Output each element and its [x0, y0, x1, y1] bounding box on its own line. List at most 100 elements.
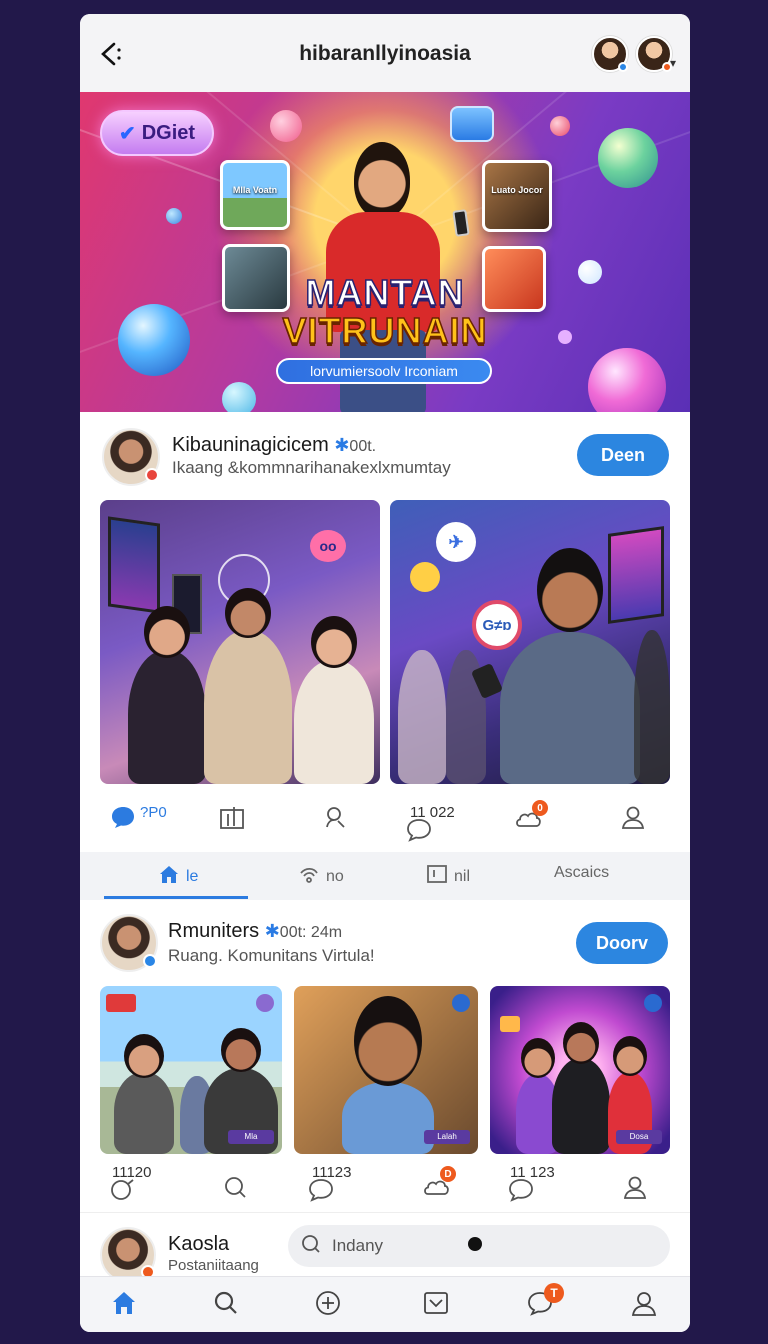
- feed-tabs: le no nil A scaics: [80, 852, 690, 900]
- reply-button[interactable]: 11120: [110, 1164, 152, 1202]
- like-count: 11 123: [510, 1164, 555, 1181]
- search-bar[interactable]: [288, 1225, 670, 1267]
- avatar[interactable]: [100, 1227, 156, 1283]
- heart-bubble-icon: [270, 110, 302, 142]
- decor-sphere: [598, 128, 658, 188]
- nav-profile[interactable]: [630, 1289, 662, 1321]
- post-author-name: Kibauninagicicem: [172, 434, 329, 456]
- banner-title: MANTAN VITRUNAIN: [80, 272, 690, 351]
- follow-button[interactable]: Doorv: [576, 922, 668, 964]
- banner-title-line2: VITRUNAIN: [282, 310, 488, 351]
- nav-chat[interactable]: T: [526, 1283, 564, 1321]
- post-media[interactable]: Dosa: [490, 986, 670, 1154]
- message-bubble-icon: [450, 106, 494, 142]
- reply-icon: [406, 818, 432, 842]
- photo-card[interactable]: Luato Jocor: [482, 160, 552, 232]
- nav-search[interactable]: [212, 1289, 244, 1321]
- chat-bubble-icon: G≠ɒ: [472, 600, 522, 650]
- share-button[interactable]: D: [422, 1164, 456, 1200]
- home-icon: [110, 1292, 138, 1321]
- search-icon: [300, 1233, 322, 1260]
- chat-icon: [508, 1178, 534, 1202]
- comment-count: ?P0: [140, 804, 167, 821]
- chat-icon: [526, 1292, 554, 1321]
- more-icon[interactable]: ▾: [670, 56, 676, 70]
- search-people-button[interactable]: [322, 804, 348, 830]
- nav-add[interactable]: [314, 1289, 346, 1321]
- nav-inbox[interactable]: [422, 1289, 454, 1321]
- thumb-badge: Mla: [228, 1130, 274, 1144]
- photo-card[interactable]: Mlla Voatn: [220, 160, 290, 230]
- emoji-bubble-icon: [410, 562, 440, 592]
- cursor-icon: [468, 1237, 482, 1251]
- avatar[interactable]: [100, 914, 158, 972]
- avatar[interactable]: [102, 428, 160, 486]
- promo-tag-label: DGiet: [141, 121, 196, 144]
- post-media[interactable]: Lalah: [294, 986, 478, 1154]
- triangle-icon: A: [554, 864, 565, 881]
- verified-icon: ✱: [334, 435, 350, 455]
- banner-subtitle[interactable]: lorvumiersoolv Irconiam: [276, 358, 492, 384]
- post-meta: 00t: 24m: [279, 924, 343, 941]
- post-author-name[interactable]: Kaosla: [168, 1233, 229, 1256]
- photo-card-caption: Mlla Voatn: [232, 185, 278, 195]
- promo-banner[interactable]: ✔ DGiet Mlla Voatn Luato Jocor MANTAN VI: [80, 92, 690, 412]
- profile-button[interactable]: [620, 804, 646, 830]
- tab-network[interactable]: no: [298, 864, 344, 889]
- chat-icon: [308, 1178, 334, 1202]
- nav-home[interactable]: [110, 1289, 142, 1321]
- share-cloud-icon: D: [422, 1166, 456, 1200]
- thumb-badge: Lalah: [424, 1130, 470, 1144]
- user-avatar[interactable]: [592, 36, 628, 72]
- decor-bubble: [550, 116, 570, 136]
- search-input[interactable]: [332, 1236, 632, 1256]
- comment-button[interactable]: 11123: [308, 1164, 352, 1202]
- post-media[interactable]: oo: [100, 500, 380, 784]
- stats-button[interactable]: [218, 804, 246, 830]
- send-bubble-icon: ✈: [436, 522, 476, 562]
- decor-sphere: [222, 382, 256, 412]
- decor-sphere: [588, 348, 666, 412]
- share-cloud-icon: 0: [514, 800, 548, 832]
- tab-media[interactable]: nil: [426, 864, 470, 889]
- chat-bubble-icon: oo: [310, 530, 346, 562]
- reply-button[interactable]: 11 022: [406, 804, 455, 842]
- post-meta: 00t.: [349, 438, 377, 455]
- tab-social[interactable]: A scaics: [554, 864, 609, 882]
- reply-count: 11120: [112, 1164, 152, 1181]
- post-subtitle: Ikaang &kommnarihanakexlxmumtay: [172, 458, 451, 477]
- bar-chart-icon: [218, 804, 246, 830]
- chat-filled-icon: [110, 804, 136, 830]
- profile-button[interactable]: [622, 1164, 648, 1200]
- check-box-icon: [422, 1292, 450, 1321]
- post-author[interactable]: Rmuniters ✱00t: 24m: [168, 920, 342, 943]
- verified-icon: ✱: [264, 921, 280, 941]
- post-card: Kaosla Postaniitaang: [80, 1212, 690, 1283]
- post-subtitle: Ruang. Komunitans Virtula!: [168, 946, 375, 965]
- post-media[interactable]: Mla: [100, 986, 282, 1154]
- top-bar: hibaranllyinoasia ▾: [80, 14, 690, 92]
- tab-network-label: no: [326, 867, 344, 885]
- profile-icon: [630, 1292, 658, 1321]
- search-icon: [222, 1174, 248, 1200]
- follow-button[interactable]: Deen: [577, 434, 669, 476]
- promo-tag[interactable]: ✔ DGiet: [100, 110, 214, 156]
- like-button[interactable]: 11 123: [508, 1164, 555, 1202]
- comment-button[interactable]: ?P0: [110, 804, 167, 830]
- friend-avatar[interactable]: [636, 36, 672, 72]
- search-button[interactable]: [222, 1164, 248, 1200]
- thumb-badge: Dosa: [616, 1130, 662, 1144]
- profile-icon: [620, 804, 646, 830]
- tab-home[interactable]: le: [158, 864, 198, 889]
- tab-social-label: scaics: [564, 864, 610, 881]
- post-author-name: Rmuniters: [168, 920, 260, 942]
- post-actions: 11120 11123 D 11 123: [80, 1164, 690, 1204]
- post-media[interactable]: ✈ G≠ɒ: [390, 500, 670, 784]
- post-author[interactable]: Kibauninagicicem ✱00t.: [172, 434, 376, 457]
- bracket-icon: [426, 864, 448, 889]
- share-button[interactable]: 0: [514, 800, 548, 832]
- post-card: Kibauninagicicem ✱00t. Ikaang &kommnarih…: [80, 412, 690, 852]
- post-subtitle: Postaniitaang: [168, 1257, 259, 1274]
- person-search-icon: [322, 804, 348, 830]
- banner-title-line1: MANTAN: [305, 272, 465, 313]
